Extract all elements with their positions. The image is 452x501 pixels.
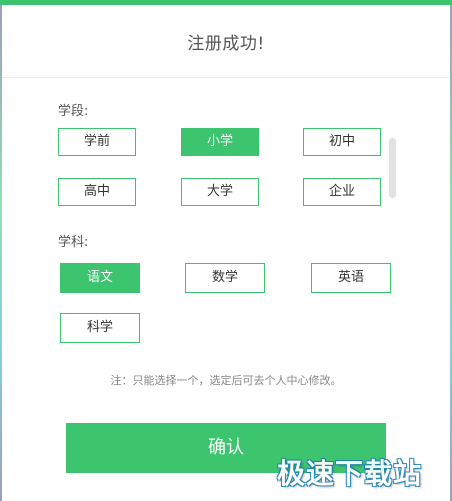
stage-option-university[interactable]: 大学 [181, 178, 259, 206]
subject-label: 学科: [58, 235, 89, 250]
registration-dialog: 注册成功! 学段: 学前 小学 初中 高中 大学 企业 学科: 语文 数学 英语… [0, 0, 452, 501]
dialog-title: 注册成功! [187, 33, 265, 54]
stage-option-junior-high[interactable]: 初中 [303, 128, 381, 156]
stage-option-enterprise[interactable]: 企业 [303, 178, 381, 206]
scrollbar-thumb[interactable] [389, 138, 396, 198]
dialog-header: 注册成功! [2, 5, 450, 78]
subject-option-math[interactable]: 数学 [185, 263, 265, 293]
stage-label: 学段: [58, 104, 89, 119]
subject-option-english[interactable]: 英语 [311, 263, 391, 293]
watermark-logo: 极速下载站 [277, 457, 423, 490]
subject-option-chinese[interactable]: 语文 [60, 263, 140, 293]
selection-note: 注：只能选择一个，选定后可去个人中心修改。 [110, 374, 342, 387]
window-edge-left [0, 5, 2, 501]
stage-option-senior-high[interactable]: 高中 [58, 178, 136, 206]
stage-option-preschool[interactable]: 学前 [58, 128, 136, 156]
stage-option-primary[interactable]: 小学 [181, 128, 259, 156]
subject-option-science[interactable]: 科学 [60, 313, 140, 343]
